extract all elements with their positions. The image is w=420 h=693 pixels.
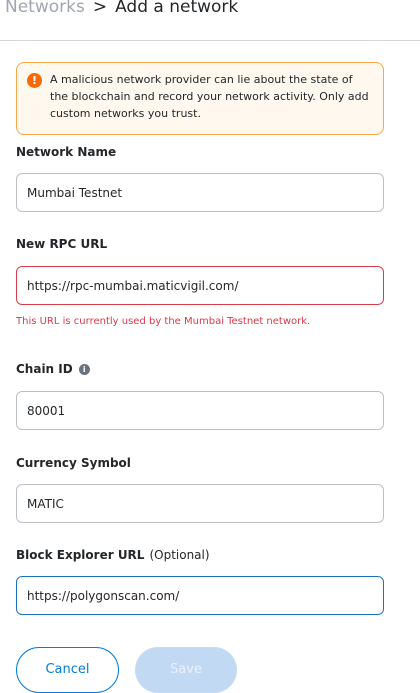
optional-tag: (Optional): [149, 548, 210, 562]
info-icon[interactable]: i: [78, 364, 90, 375]
warning-text: A malicious network provider can lie abo…: [50, 73, 369, 120]
breadcrumb: Networks > Add a network: [5, 0, 238, 18]
cancel-button[interactable]: Cancel: [16, 647, 119, 693]
exclamation-icon: !: [27, 73, 42, 88]
breadcrumb-networks-link[interactable]: Networks: [5, 0, 85, 17]
save-button[interactable]: Save: [135, 647, 237, 693]
warning-banner: ! A malicious network provider can lie a…: [16, 62, 384, 135]
add-network-page: Networks > Add a network ! A malicious net…: [0, 0, 420, 693]
currency-symbol-label: Currency Symbol: [16, 456, 131, 470]
rpc-url-label: New RPC URL: [16, 237, 108, 251]
currency-symbol-input[interactable]: [16, 484, 384, 523]
rpc-url-error: This URL is currently used by the Mumbai…: [16, 316, 311, 327]
chain-id-label: Chain ID i: [16, 362, 90, 376]
block-explorer-input[interactable]: [16, 576, 384, 615]
breadcrumb-separator: >: [92, 0, 108, 17]
page-title: Add a network: [115, 0, 239, 17]
rpc-url-input[interactable]: [16, 266, 384, 305]
chain-id-input[interactable]: [16, 391, 384, 430]
network-name-label: Network Name: [16, 145, 117, 159]
network-name-input[interactable]: [16, 173, 384, 212]
block-explorer-label-text: Block Explorer URL: [16, 548, 145, 562]
header-divider: [0, 40, 420, 41]
chain-id-label-text: Chain ID: [16, 362, 73, 376]
block-explorer-label: Block Explorer URL (Optional): [16, 548, 210, 562]
